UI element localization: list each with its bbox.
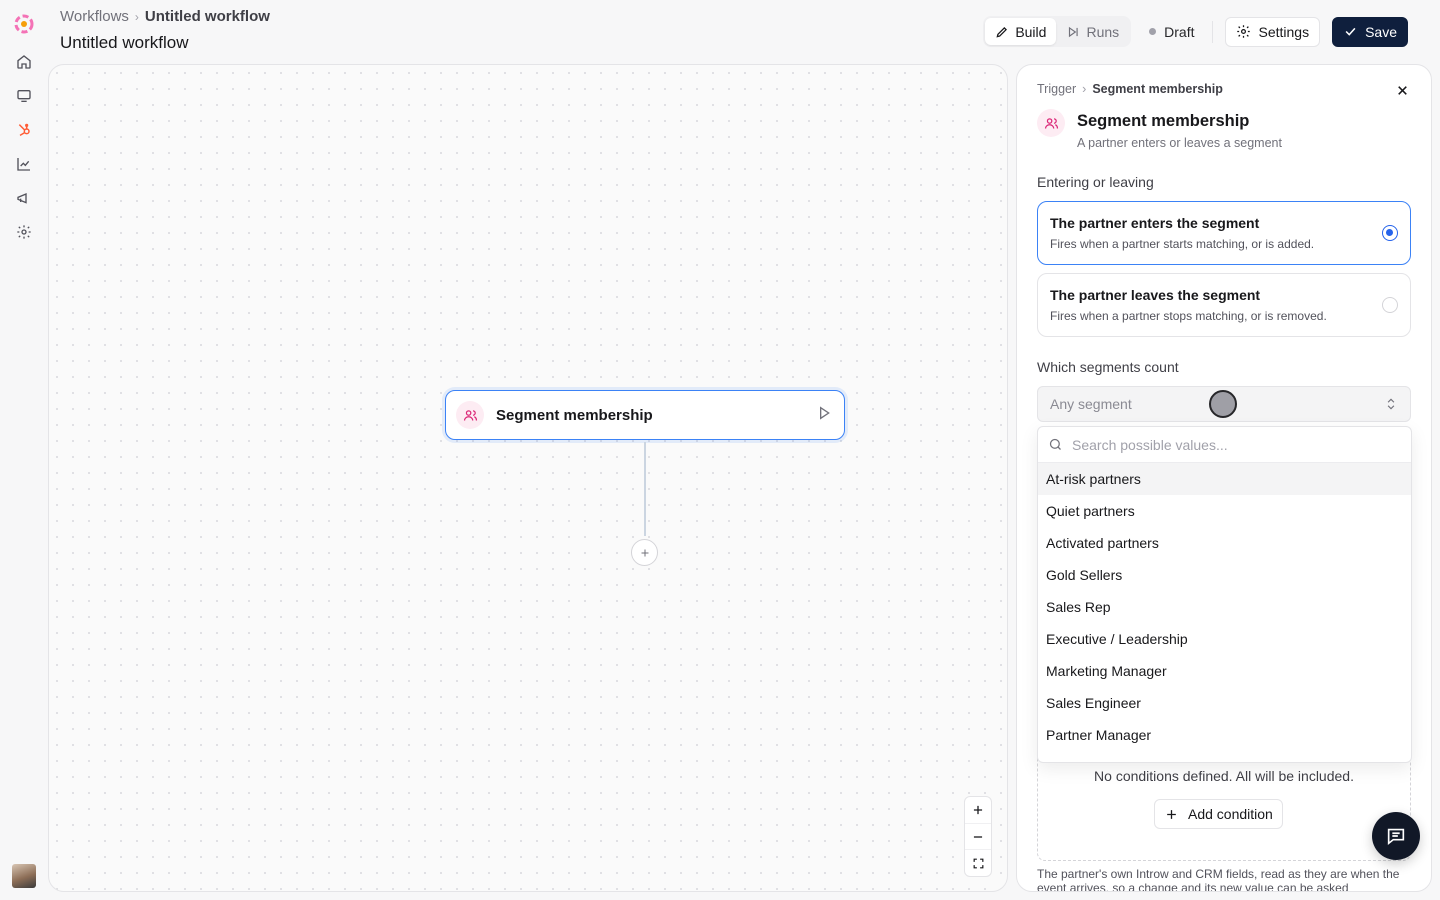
- user-avatar[interactable]: [12, 864, 36, 888]
- search-input[interactable]: [1072, 436, 1392, 453]
- left-rail: [0, 0, 48, 900]
- trigger-node[interactable]: Segment membership: [445, 390, 845, 440]
- dropdown-option[interactable]: Gold Sellers: [1038, 559, 1411, 591]
- zoom-controls: [964, 796, 992, 877]
- monitor-icon[interactable]: [14, 86, 34, 106]
- settings-button[interactable]: Settings: [1225, 16, 1321, 47]
- zoom-in-button[interactable]: [965, 797, 991, 824]
- dropdown-option[interactable]: Sales Engineer: [1038, 687, 1411, 719]
- users-icon: [456, 401, 484, 429]
- dropdown-options: At-risk partners Quiet partners Activated …: [1038, 463, 1411, 762]
- minus-icon: [973, 835, 983, 838]
- dropdown-option[interactable]: Marketing Manager: [1038, 655, 1411, 687]
- breadcrumb-workflows[interactable]: Workflows: [60, 8, 129, 25]
- page-header: Workflows › Untitled workflow Untitled w…: [60, 0, 1408, 60]
- segment-dropdown: At-risk partnersQuiet partnersActivated …: [1037, 426, 1412, 763]
- chat-support-button[interactable]: [1372, 812, 1420, 860]
- fullscreen-icon: [973, 858, 983, 869]
- panel-title: Segment membership: [1077, 112, 1250, 130]
- dropdown-search: [1038, 427, 1411, 463]
- radio-unselected[interactable]: [1382, 297, 1398, 313]
- hubspot-icon[interactable]: [14, 120, 34, 140]
- add-step-button[interactable]: [631, 539, 658, 566]
- empty-conditions-text: No conditions defined. All will be inclu…: [1094, 768, 1354, 784]
- zoom-out-button[interactable]: [965, 824, 991, 851]
- dropdown-option[interactable]: Executive / Leadership: [1038, 623, 1411, 655]
- save-label: Save: [1365, 23, 1397, 40]
- add-condition-label: Add condition: [1188, 806, 1273, 822]
- status-text: Draft: [1164, 23, 1195, 40]
- chevron-right-icon: ›: [1082, 82, 1087, 96]
- view-tabs: Build Runs: [983, 16, 1132, 47]
- option-description: Fires when a partner stops matching, or …: [1050, 309, 1327, 323]
- close-panel-button[interactable]: [1393, 81, 1411, 99]
- status-dot-icon: [1149, 28, 1157, 35]
- option-description: Fires when a partner starts matching, or…: [1050, 237, 1315, 251]
- megaphone-icon[interactable]: [14, 188, 34, 208]
- home-icon[interactable]: [14, 52, 34, 72]
- tab-runs[interactable]: Runs: [1056, 18, 1129, 45]
- breadcrumb: Workflows › Untitled workflow: [60, 8, 270, 25]
- node-connector: [644, 442, 646, 536]
- chart-icon[interactable]: [14, 154, 34, 174]
- tab-runs-label: Runs: [1086, 23, 1120, 40]
- gear-icon: [1237, 25, 1251, 38]
- plus-icon: [1167, 809, 1176, 819]
- pointer-cursor: [1209, 390, 1237, 418]
- chevron-right-icon: ›: [134, 9, 139, 24]
- dropdown-option[interactable]: Partner Manager: [1038, 719, 1411, 751]
- app-logo-icon[interactable]: [12, 12, 36, 36]
- trigger-node-label: Segment membership: [496, 406, 653, 424]
- plus-icon: [973, 805, 983, 814]
- option-title: The partner enters the segment: [1050, 215, 1260, 231]
- settings-label: Settings: [1258, 23, 1310, 40]
- users-icon: [1037, 109, 1065, 137]
- pencil-icon: [996, 26, 1008, 38]
- dropdown-option[interactable]: Sales Rep: [1038, 591, 1411, 623]
- entering-leaving-label: Entering or leaving: [1037, 174, 1154, 190]
- divider: [1212, 20, 1214, 43]
- status-badge: Draft: [1143, 24, 1200, 40]
- tab-build[interactable]: Build: [985, 18, 1057, 45]
- chevrons-up-down-icon: [1387, 398, 1395, 410]
- segments-label: Which segments count: [1037, 359, 1179, 375]
- option-title: The partner leaves the segment: [1050, 287, 1261, 303]
- search-icon: [1049, 438, 1061, 450]
- add-condition-button[interactable]: Add condition: [1154, 799, 1283, 829]
- dropdown-option[interactable]: Activated partners: [1038, 527, 1411, 559]
- chat-icon: [1387, 828, 1405, 846]
- page-title[interactable]: Untitled workflow: [60, 33, 189, 53]
- tab-build-label: Build: [1015, 23, 1047, 40]
- step-forward-icon: [1069, 26, 1079, 37]
- panel-breadcrumb-trigger[interactable]: Trigger: [1037, 82, 1076, 96]
- close-icon: [1397, 85, 1407, 95]
- fields-footnote: The partner's own Introw and CRM fields,…: [1037, 867, 1400, 892]
- radio-selected[interactable]: [1382, 225, 1398, 241]
- save-button[interactable]: Save: [1332, 16, 1408, 47]
- panel-breadcrumb: Trigger › Segment membership: [1037, 82, 1223, 96]
- option-enters-segment[interactable]: The partner enters the segment Fires whe…: [1037, 201, 1411, 265]
- panel-subtitle: A partner enters or leaves a segment: [1077, 136, 1282, 150]
- option-leaves-segment[interactable]: The partner leaves the segment Fires whe…: [1037, 273, 1411, 337]
- dropdown-option[interactable]: At-risk partners: [1038, 463, 1411, 495]
- fit-view-button[interactable]: [965, 850, 991, 876]
- dropdown-option[interactable]: Project Manager: [1038, 751, 1411, 762]
- settings-gear-icon[interactable]: [14, 222, 34, 242]
- segment-select-value: Any segment: [1050, 396, 1132, 412]
- panel-breadcrumb-current: Segment membership: [1092, 82, 1223, 96]
- breadcrumb-current: Untitled workflow: [144, 8, 270, 25]
- play-icon[interactable]: [816, 405, 832, 426]
- workflow-canvas[interactable]: Segment membership: [48, 64, 1008, 892]
- plus-icon: [641, 549, 648, 556]
- dropdown-option[interactable]: Quiet partners: [1038, 495, 1411, 527]
- check-icon: [1345, 27, 1356, 36]
